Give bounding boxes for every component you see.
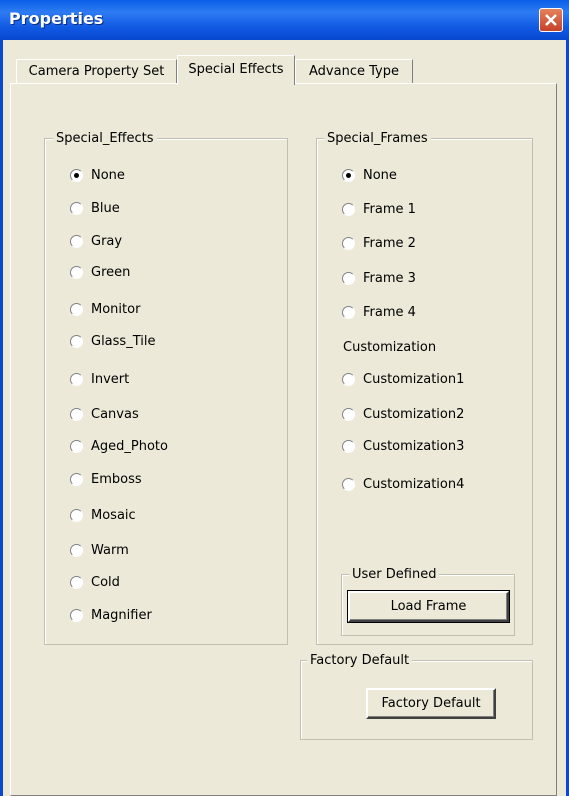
radio-button-icon[interactable]: [70, 303, 83, 316]
close-button[interactable]: [539, 8, 563, 32]
radio-button-icon[interactable]: [70, 609, 83, 622]
radio-label: Frame 4: [363, 305, 416, 320]
radio-button-icon[interactable]: [342, 237, 355, 250]
window-title: Properties: [9, 9, 104, 28]
title-bar: Properties: [0, 0, 569, 40]
radio-label: Blue: [91, 201, 120, 216]
radio-button-icon[interactable]: [342, 203, 355, 216]
radio-label: None: [363, 168, 397, 183]
radio-button-icon[interactable]: [70, 576, 83, 589]
load-frame-button[interactable]: Load Frame: [347, 590, 510, 623]
factory-default-button[interactable]: Factory Default: [366, 688, 496, 719]
radio-button-icon[interactable]: [70, 235, 83, 248]
radio-button-icon[interactable]: [342, 408, 355, 421]
radio-label: Customization2: [363, 407, 465, 422]
radio-button-icon[interactable]: [342, 373, 355, 386]
radio-label: Gray: [91, 234, 123, 249]
radio-label: Aged_Photo: [91, 439, 168, 454]
window-frame-left: [0, 40, 3, 796]
radio-label: None: [91, 168, 125, 183]
radio-label: Magnifier: [91, 608, 152, 623]
radio-button-icon[interactable]: [70, 169, 83, 182]
radio-button-icon[interactable]: [342, 440, 355, 453]
radio-button-icon[interactable]: [70, 266, 83, 279]
radio-label: Frame 3: [363, 271, 416, 286]
tab-special-effects[interactable]: Special Effects: [177, 55, 295, 85]
radio-label: Customization4: [363, 477, 465, 492]
special-frames-legend: Special_Frames: [324, 131, 431, 146]
radio-label: Customization3: [363, 439, 465, 454]
radio-button-icon[interactable]: [70, 509, 83, 522]
radio-button-icon[interactable]: [342, 306, 355, 319]
radio-button-icon[interactable]: [70, 440, 83, 453]
radio-label: Customization1: [363, 372, 465, 387]
radio-label: Glass_Tile: [91, 334, 156, 349]
special-effects-group: [44, 138, 288, 645]
factory-default-legend: Factory Default: [307, 653, 413, 668]
radio-label: Monitor: [91, 302, 141, 317]
radio-label: Mosaic: [91, 508, 136, 523]
radio-button-icon[interactable]: [70, 202, 83, 215]
radio-button-icon[interactable]: [70, 373, 83, 386]
radio-button-icon[interactable]: [70, 473, 83, 486]
radio-label: Green: [91, 265, 131, 280]
radio-label: Cold: [91, 575, 120, 590]
radio-label: Frame 2: [363, 236, 416, 251]
radio-button-icon[interactable]: [70, 335, 83, 348]
radio-button-icon[interactable]: [70, 544, 83, 557]
radio-button-icon[interactable]: [342, 272, 355, 285]
tab-camera-property-set[interactable]: Camera Property Set: [16, 59, 177, 85]
radio-button-icon[interactable]: [342, 169, 355, 182]
user-defined-legend: User Defined: [349, 567, 440, 582]
radio-label: Warm: [91, 543, 129, 558]
special-effects-legend: Special_Effects: [53, 131, 157, 146]
radio-label: Canvas: [91, 407, 139, 422]
radio-label: Frame 1: [363, 202, 416, 217]
radio-button-icon[interactable]: [342, 478, 355, 491]
tab-advance-type[interactable]: Advance Type: [295, 59, 413, 85]
radio-label: Emboss: [91, 472, 142, 487]
customization-label: Customization: [343, 340, 437, 355]
radio-label: Invert: [91, 372, 130, 387]
radio-button-icon[interactable]: [70, 408, 83, 421]
close-x-icon: [545, 14, 557, 26]
